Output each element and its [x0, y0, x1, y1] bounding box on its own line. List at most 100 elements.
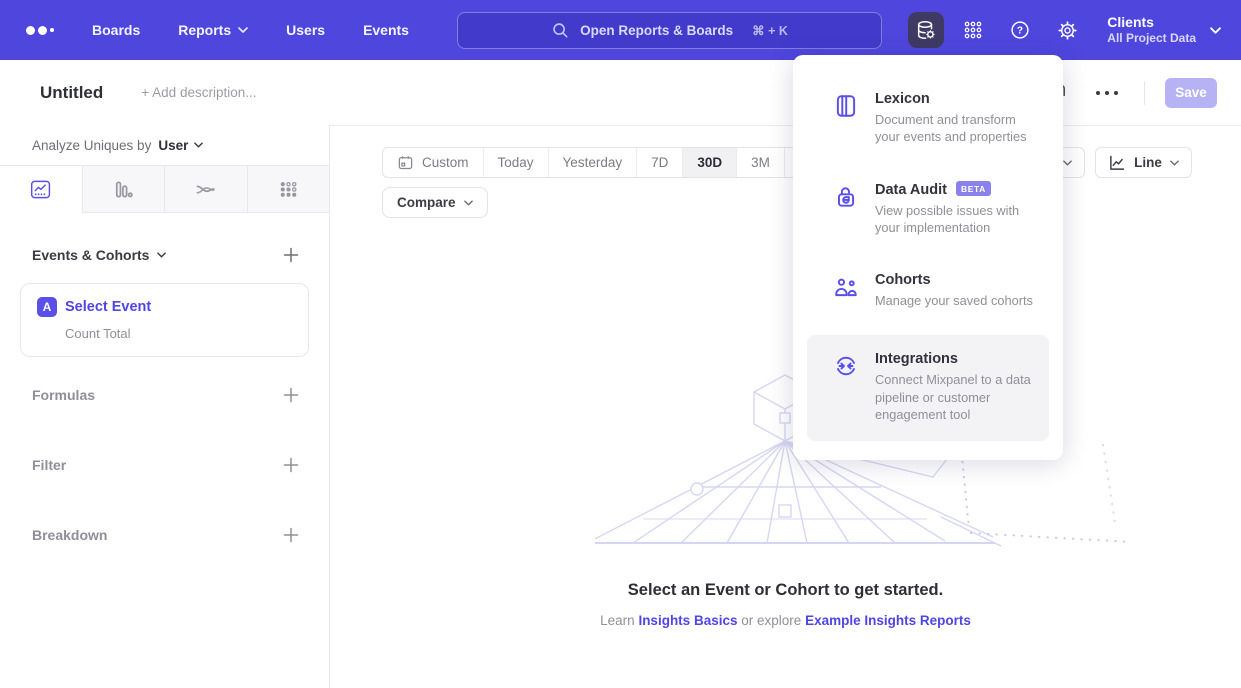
date-range-3m[interactable]: 3M — [736, 148, 784, 177]
data-management-menu: Lexicon Document and transform your even… — [793, 55, 1063, 460]
nav-item-users[interactable]: Users — [286, 22, 325, 38]
tab-metric-grid[interactable] — [247, 166, 330, 213]
menu-item-title: Lexicon — [875, 91, 930, 107]
nav-item-label: Boards — [92, 22, 140, 38]
events-cohorts-header[interactable]: Events & Cohorts — [32, 247, 166, 263]
event-card[interactable]: A Select Event Count Total — [20, 283, 309, 357]
date-range-label: 30D — [697, 155, 722, 170]
nav-item-boards[interactable]: Boards — [92, 22, 140, 38]
svg-text:?: ? — [1017, 26, 1023, 37]
data-management-button[interactable] — [908, 12, 944, 48]
chevron-down-icon — [1210, 27, 1221, 34]
apps-grid-button[interactable] — [955, 12, 991, 48]
menu-item-data-audit[interactable]: Data Audit BETA View possible issues wit… — [807, 172, 1049, 249]
plus-icon — [283, 527, 299, 543]
events-cohorts-label: Events & Cohorts — [32, 247, 149, 263]
integrations-sync-icon — [833, 353, 859, 379]
chart-style-button[interactable]: Line — [1095, 147, 1192, 178]
help-icon: ? — [1009, 19, 1031, 41]
add-description-field[interactable]: + Add description... — [141, 85, 256, 100]
menu-item-cohorts[interactable]: Cohorts Manage your saved cohorts — [807, 262, 1049, 321]
add-filter-button[interactable] — [283, 457, 299, 473]
mixpanel-insights-app: Boards Reports Users Events Open Reports… — [0, 0, 1241, 688]
breakdown-section: Breakdown — [0, 515, 329, 555]
report-canvas: Custom Today Yesterday 7D 30D 3M 6M Comp… — [330, 125, 1241, 688]
org-name: Clients — [1107, 14, 1196, 32]
date-range-yesterday[interactable]: Yesterday — [548, 148, 637, 177]
insights-basics-link[interactable]: Insights Basics — [638, 613, 737, 628]
date-range-custom[interactable]: Custom — [383, 148, 483, 177]
nav-item-label: Reports — [178, 22, 231, 38]
analyze-by-value: User — [158, 138, 188, 153]
line-chart-tab-icon — [29, 178, 52, 201]
menu-item-title: Data Audit — [875, 182, 947, 198]
lexicon-book-icon — [833, 93, 859, 119]
add-breakdown-button[interactable] — [283, 527, 299, 543]
compare-button[interactable]: Compare — [382, 187, 488, 218]
add-event-button[interactable] — [283, 247, 299, 263]
nav-item-events[interactable]: Events — [363, 22, 409, 38]
menu-item-description: Connect Mixpanel to a data pipeline or c… — [875, 371, 1035, 423]
filter-section: Filter — [0, 445, 329, 485]
global-search[interactable]: Open Reports & Boards ⌘ + K — [457, 12, 882, 49]
beta-badge: BETA — [956, 181, 991, 196]
chart-style-label: Line — [1134, 155, 1162, 170]
date-range-label: 3M — [751, 155, 770, 170]
nav-item-label: Events — [363, 22, 409, 38]
data-audit-icon — [833, 184, 859, 210]
menu-item-description: Document and transform your events and p… — [875, 111, 1035, 146]
analyze-by-selector[interactable]: User — [158, 138, 203, 153]
events-cohorts-section: Events & Cohorts — [0, 235, 329, 275]
metric-grid-tab-icon — [277, 178, 300, 201]
help-button[interactable]: ? — [1002, 12, 1038, 48]
query-builder-sidebar: Analyze Uniques by User — [0, 125, 330, 688]
nav-right-group: ? Clients All Project Data — [897, 12, 1221, 48]
tab-line-chart[interactable] — [0, 166, 82, 213]
settings-button[interactable] — [1049, 12, 1085, 48]
add-formula-button[interactable] — [283, 387, 299, 403]
logo-dot — [38, 26, 47, 35]
nav-item-reports[interactable]: Reports — [178, 22, 248, 38]
chevron-down-icon — [238, 27, 248, 33]
select-event-button[interactable]: Select Event — [65, 299, 151, 315]
menu-item-title: Integrations — [875, 351, 958, 367]
menu-item-lexicon[interactable]: Lexicon Document and transform your even… — [807, 81, 1049, 158]
date-range-label: Yesterday — [563, 155, 623, 170]
tab-flow-chart[interactable] — [164, 166, 247, 213]
formulas-section: Formulas — [0, 375, 329, 415]
date-range-control: Custom Today Yesterday 7D 30D 3M 6M — [382, 147, 833, 178]
example-insights-reports-link[interactable]: Example Insights Reports — [805, 613, 971, 628]
menu-item-integrations[interactable]: Integrations Connect Mixpanel to a data … — [807, 335, 1049, 441]
top-navigation: Boards Reports Users Events Open Reports… — [0, 0, 1241, 60]
menu-item-description: View possible issues with your implement… — [875, 202, 1035, 237]
header-divider — [1144, 81, 1145, 105]
search-placeholder: Open Reports & Boards — [580, 23, 733, 38]
event-badge: A — [37, 297, 57, 317]
project-name: All Project Data — [1107, 31, 1196, 46]
flow-chart-tab-icon — [194, 178, 217, 201]
line-chart-icon — [1108, 154, 1126, 172]
date-range-30d-selected[interactable]: 30D — [682, 148, 736, 177]
date-range-7d[interactable]: 7D — [636, 148, 682, 177]
empty-state: Select an Event or Cohort to get started… — [330, 581, 1241, 628]
project-switcher[interactable]: Clients All Project Data — [1107, 14, 1221, 47]
empty-state-connector: or explore — [741, 613, 801, 628]
cohorts-users-icon — [833, 274, 859, 300]
plus-icon — [283, 387, 299, 403]
chevron-down-icon — [194, 142, 203, 148]
chevron-down-icon — [1170, 160, 1179, 166]
search-icon — [551, 21, 569, 39]
mixpanel-logo[interactable] — [26, 26, 62, 35]
plus-icon — [283, 247, 299, 263]
bar-chart-tab-icon — [112, 178, 135, 201]
page-title[interactable]: Untitled — [40, 83, 103, 103]
save-button[interactable]: Save — [1165, 78, 1217, 108]
more-options-button[interactable] — [1092, 83, 1122, 103]
empty-state-learn-prefix: Learn — [600, 613, 635, 628]
event-metric[interactable]: Count Total — [65, 326, 292, 341]
date-range-label: Custom — [422, 155, 469, 170]
analyze-by-label: Analyze Uniques by — [32, 138, 151, 153]
tab-bar-chart[interactable] — [82, 166, 165, 213]
formulas-label: Formulas — [32, 387, 95, 403]
date-range-today[interactable]: Today — [483, 148, 548, 177]
